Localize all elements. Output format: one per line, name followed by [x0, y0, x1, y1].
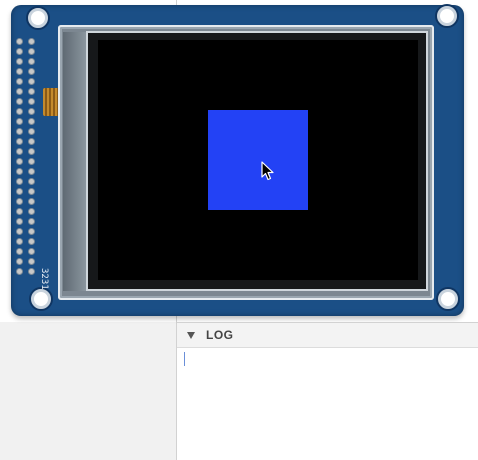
header-pin: [28, 228, 35, 235]
side-panel: [0, 322, 176, 460]
log-panel-header[interactable]: LOG: [177, 322, 478, 348]
header-pin: [28, 68, 35, 75]
header-pin: [16, 158, 23, 165]
header-pin: [16, 118, 23, 125]
header-pin: [16, 218, 23, 225]
header-pin: [28, 158, 35, 165]
header-pin: [16, 178, 23, 185]
mount-hole-bottom-left: [31, 289, 51, 309]
header-pin: [16, 128, 23, 135]
text-caret: [184, 352, 185, 366]
mount-hole-top-left: [28, 8, 48, 28]
header-pin: [28, 88, 35, 95]
header-pin: [28, 238, 35, 245]
header-pin: [16, 168, 23, 175]
header-pin: [16, 228, 23, 235]
header-pin: [16, 238, 23, 245]
header-pin: [16, 98, 23, 105]
header-pin: [16, 38, 23, 45]
header-pin: [28, 108, 35, 115]
triangle-down-icon[interactable]: [187, 332, 195, 339]
header-pin: [16, 48, 23, 55]
header-pin: [28, 188, 35, 195]
arrow-cursor-icon: [261, 161, 275, 181]
header-pin: [28, 178, 35, 185]
header-pin: [16, 258, 23, 265]
header-pin: [28, 58, 35, 65]
header-pin: [16, 188, 23, 195]
mount-hole-bottom-right: [438, 289, 458, 309]
header-pin: [28, 138, 35, 145]
header-pin: [16, 88, 23, 95]
log-output[interactable]: [177, 348, 478, 460]
header-pin: [28, 148, 35, 155]
header-pin: [28, 48, 35, 55]
header-pin: [16, 58, 23, 65]
header-pin: [16, 248, 23, 255]
header-pin: [16, 198, 23, 205]
board-label: 3231: [39, 268, 49, 290]
header-pin: [28, 118, 35, 125]
header-pin: [28, 268, 35, 275]
header-pin: [16, 68, 23, 75]
header-pin: [28, 208, 35, 215]
header-pin: [16, 148, 23, 155]
header-pin: [28, 78, 35, 85]
header-pin: [16, 108, 23, 115]
log-title: LOG: [206, 328, 234, 342]
header-pin: [16, 208, 23, 215]
header-pin: [16, 138, 23, 145]
drawn-blue-rectangle: [208, 110, 308, 210]
header-pin: [28, 98, 35, 105]
header-pin: [28, 198, 35, 205]
header-pin: [16, 78, 23, 85]
header-pin: [16, 268, 23, 275]
header-pin: [28, 248, 35, 255]
header-pin: [28, 258, 35, 265]
header-pin: [28, 128, 35, 135]
header-pin: [28, 218, 35, 225]
header-pin: [28, 168, 35, 175]
pin-header: [16, 38, 40, 283]
header-pin: [28, 38, 35, 45]
mount-hole-top-right: [437, 6, 457, 26]
